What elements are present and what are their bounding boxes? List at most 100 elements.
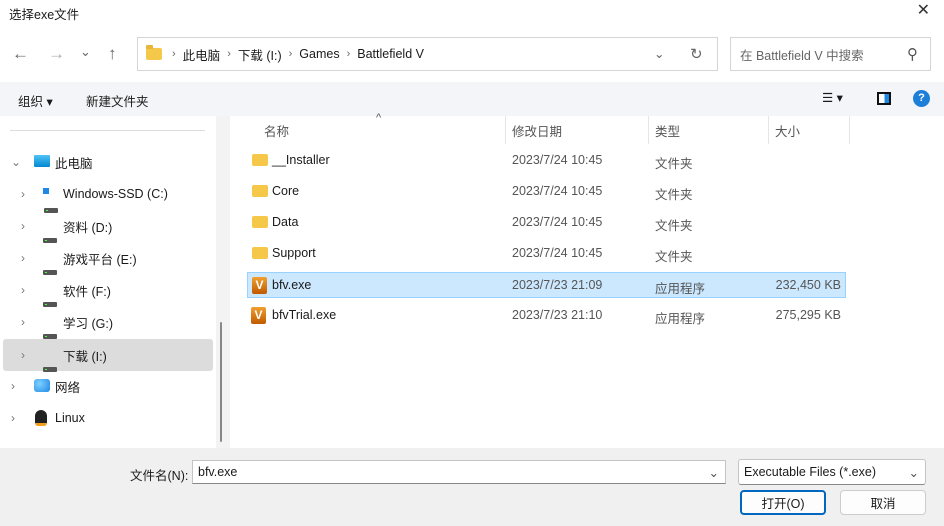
exe-icon: V	[252, 277, 267, 294]
up-button[interactable]: ↑	[108, 44, 117, 64]
file-name: bfvTrial.exe	[272, 308, 337, 322]
tree-label: 下载 (I:)	[63, 349, 107, 364]
column-header-type[interactable]: 类型	[649, 116, 769, 144]
divider	[10, 130, 205, 131]
file-row[interactable]: Support 2023/7/24 10:45 文件夹	[247, 241, 846, 267]
filename-label: 文件名(N):	[130, 469, 189, 483]
chevron-right-icon[interactable]: ›	[21, 219, 25, 233]
chevron-down-icon[interactable]: ⌄	[709, 465, 719, 480]
tree-label: 网络	[55, 380, 81, 395]
preview-pane-icon[interactable]	[877, 92, 891, 105]
linux-icon	[35, 410, 47, 426]
search-icon[interactable]: ⚲	[907, 45, 918, 63]
file-type-value: Executable Files (*.exe)	[744, 465, 877, 479]
tree-item-drive-c[interactable]: › Windows-SSD (C:)	[0, 178, 213, 213]
search-input[interactable]: 在 Battlefield V 中搜索 ⚲	[730, 37, 931, 71]
column-header-name[interactable]: 名称 ^	[255, 112, 506, 144]
address-dropdown-icon[interactable]: ⌄	[654, 46, 664, 61]
chevron-right-icon[interactable]: ›	[21, 283, 25, 297]
file-type-select[interactable]: Executable Files (*.exe) ⌄	[738, 459, 926, 485]
file-row[interactable]: Core 2023/7/24 10:45 文件夹	[247, 179, 846, 205]
chevron-right-icon[interactable]: ›	[21, 187, 25, 201]
tree-label: 软件 (F:)	[63, 284, 111, 299]
file-row[interactable]: __Installer 2023/7/24 10:45 文件夹	[247, 148, 846, 174]
tree-label: Linux	[55, 411, 85, 425]
breadcrumb-sep: ›	[172, 48, 176, 60]
file-date: 2023/7/23 21:10	[512, 308, 603, 322]
address-bar[interactable]: › 此电脑 › 下载 (I:) › Games › Battlefield V …	[137, 37, 718, 71]
drive-icon	[43, 333, 57, 339]
windows-drive-icon	[43, 188, 49, 194]
folder-icon	[252, 154, 268, 166]
file-name: bfv.exe	[272, 278, 312, 292]
file-row[interactable]: Data 2023/7/24 10:45 文件夹	[247, 210, 846, 236]
file-type: 应用程序	[655, 282, 706, 296]
help-icon[interactable]: ?	[913, 90, 930, 107]
open-button[interactable]: 打开(O)	[740, 490, 826, 515]
file-date: 2023/7/24 10:45	[512, 215, 603, 229]
tree-item-drive-g[interactable]: › 学习 (G:)	[0, 306, 213, 339]
tree-item-drive-f[interactable]: › 软件 (F:)	[0, 274, 213, 307]
file-name: Data	[272, 215, 299, 229]
chevron-right-icon[interactable]: ›	[21, 315, 25, 329]
tree-item-this-pc[interactable]: ⌄ 此电脑	[0, 146, 213, 178]
folder-icon	[252, 216, 268, 228]
back-button[interactable]: ←	[12, 44, 29, 64]
computer-icon	[34, 155, 50, 167]
scrollbar-thumb[interactable]	[220, 322, 222, 442]
file-type: 文件夹	[655, 250, 693, 264]
tree-label: 此电脑	[55, 156, 93, 171]
close-button[interactable]: ✕	[917, 0, 930, 20]
exe-icon: V	[251, 307, 266, 324]
tree-item-drive-i[interactable]: › 下载 (I:)	[3, 339, 213, 372]
tree-item-drive-e[interactable]: › 游戏平台 (E:)	[0, 242, 213, 275]
breadcrumb-sep: ›	[346, 48, 351, 60]
tree-item-network[interactable]: › 网络	[0, 370, 213, 402]
chevron-right-icon[interactable]: ›	[21, 348, 25, 362]
file-type: 文件夹	[655, 157, 693, 171]
tree-item-drive-d[interactable]: › 资料 (D:)	[0, 210, 213, 243]
file-date: 2023/7/24 10:45	[512, 153, 603, 167]
breadcrumb-drive-i[interactable]: 下载 (I:)	[238, 45, 282, 64]
file-type: 文件夹	[655, 219, 693, 233]
file-row[interactable]: V bfvTrial.exe 2023/7/23 21:10 应用程序 275,…	[247, 303, 846, 329]
file-type: 文件夹	[655, 188, 693, 202]
folder-icon	[146, 45, 162, 60]
tree-label: Windows-SSD (C:)	[63, 187, 168, 201]
file-date: 2023/7/23 21:09	[512, 278, 603, 292]
breadcrumb-battlefield-v[interactable]: Battlefield V	[357, 47, 424, 61]
file-row-selected[interactable]: V bfv.exe 2023/7/23 21:09 应用程序 232,450 K…	[247, 272, 846, 298]
chevron-down-icon[interactable]: ⌄	[11, 155, 21, 169]
refresh-icon[interactable]: ↻	[690, 45, 703, 63]
network-icon	[34, 379, 50, 392]
sort-ascending-icon: ^	[376, 112, 382, 124]
forward-button[interactable]: →	[48, 44, 65, 64]
breadcrumb-games[interactable]: Games	[299, 47, 339, 61]
breadcrumb-this-pc[interactable]: 此电脑	[183, 45, 221, 64]
tree-label: 学习 (G:)	[63, 316, 113, 331]
chevron-right-icon[interactable]: ›	[11, 379, 15, 393]
chevron-right-icon[interactable]: ›	[21, 251, 25, 265]
organize-button[interactable]: 组织 ▾	[18, 91, 53, 110]
tree-label: 资料 (D:)	[63, 220, 113, 235]
column-header-date[interactable]: 修改日期	[506, 116, 649, 144]
file-name: Core	[272, 184, 300, 198]
tree-item-linux[interactable]: › Linux	[0, 402, 213, 434]
footer: 文件名(N): bfv.exe ⌄ Executable Files (*.ex…	[0, 448, 944, 526]
header-label: 名称	[264, 124, 290, 139]
filename-input[interactable]: bfv.exe ⌄	[192, 460, 726, 484]
column-header-size[interactable]: 大小	[769, 116, 850, 144]
folder-icon	[252, 247, 268, 259]
file-type: 应用程序	[655, 312, 706, 326]
view-options-button[interactable]: ☰ ▾	[822, 90, 843, 105]
pane-splitter[interactable]	[216, 116, 230, 448]
breadcrumb-sep: ›	[227, 48, 231, 60]
recent-locations-button[interactable]: ⌄	[80, 44, 91, 60]
file-name: __Installer	[272, 153, 330, 167]
file-date: 2023/7/24 10:45	[512, 184, 603, 198]
new-folder-button[interactable]: 新建文件夹	[86, 91, 149, 110]
toolbar: 组织 ▾ 新建文件夹 ☰ ▾ ?	[0, 82, 944, 116]
breadcrumb-sep: ›	[288, 48, 293, 60]
chevron-right-icon[interactable]: ›	[11, 411, 15, 425]
cancel-button[interactable]: 取消	[840, 490, 926, 515]
